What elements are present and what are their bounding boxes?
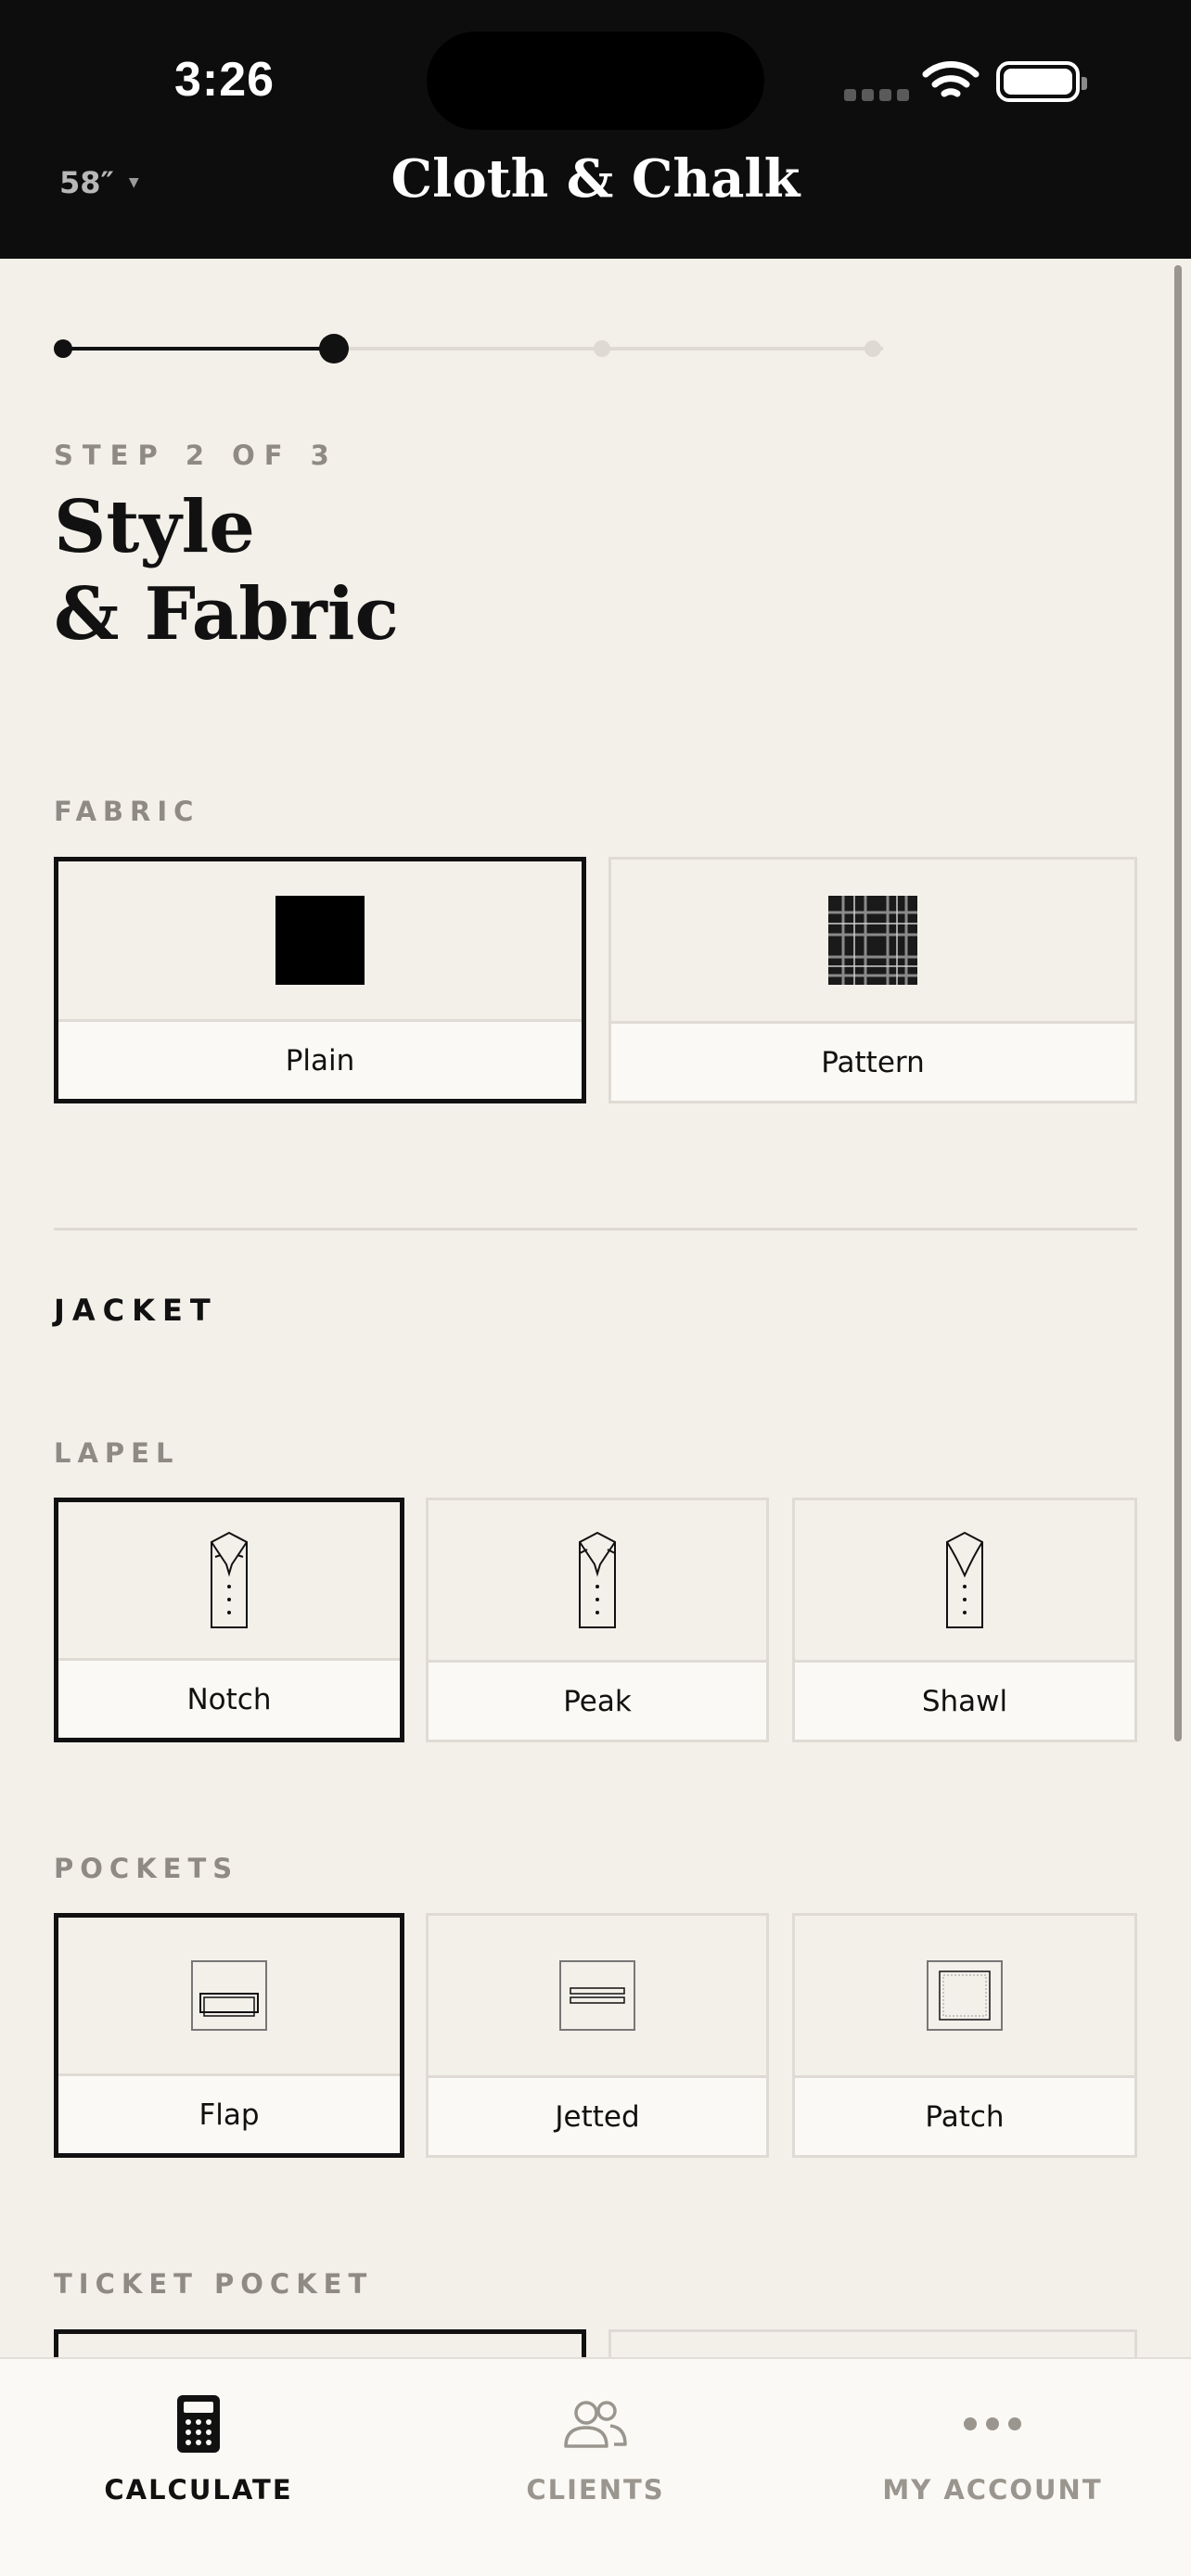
lapel-option-label: Peak xyxy=(429,1660,766,1740)
jetted-pocket-icon xyxy=(559,1960,635,2031)
scroll-indicator[interactable] xyxy=(1174,265,1182,1741)
lapel-option-shawl[interactable]: Shawl xyxy=(792,1498,1137,1742)
progress-stepper xyxy=(54,330,889,367)
tab-clients[interactable]: CLIENTS xyxy=(447,2387,744,2506)
pocket-option-patch[interactable]: Patch xyxy=(792,1913,1137,2158)
ticket-pocket-section-label: TICKET POCKET xyxy=(54,2268,374,2300)
shawl-lapel-icon xyxy=(946,1531,983,1628)
lapel-section-label: LAPEL xyxy=(54,1437,180,1469)
page-title-line-2: & Fabric xyxy=(54,572,399,657)
progress-line-remaining xyxy=(341,347,883,351)
step-indicator: STEP 2 OF 3 xyxy=(54,440,339,471)
more-icon xyxy=(964,2417,1021,2430)
fabric-option-label: Plain xyxy=(58,1019,582,1099)
brand-title: Cloth & Chalk xyxy=(391,148,800,210)
fabric-section-label: FABRIC xyxy=(54,796,200,827)
section-divider xyxy=(54,1228,1137,1231)
pocket-option-label: Flap xyxy=(58,2073,400,2153)
lapel-option-label: Notch xyxy=(58,1658,400,1738)
pocket-option-label: Patch xyxy=(795,2075,1134,2155)
lapel-option-notch[interactable]: Notch xyxy=(54,1498,404,1742)
clients-icon xyxy=(564,2401,627,2448)
patch-pocket-icon xyxy=(927,1960,1003,2031)
fabric-option-label: Pattern xyxy=(611,1021,1134,1101)
pocket-option-label: Jetted xyxy=(429,2075,766,2155)
tab-calculate[interactable]: CALCULATE xyxy=(50,2387,347,2506)
plain-swatch-icon xyxy=(275,896,365,985)
progress-line-complete xyxy=(63,347,341,351)
app-header: 3:26 58″ ▼ Cloth & Chalk xyxy=(0,0,1191,259)
lapel-option-peak[interactable]: Peak xyxy=(426,1498,769,1742)
status-time: 3:26 xyxy=(174,53,275,107)
step-dot-1 xyxy=(54,339,72,358)
peak-lapel-icon xyxy=(579,1531,616,1628)
page-title-line-1: Style xyxy=(54,485,255,569)
notch-lapel-icon xyxy=(211,1531,248,1628)
fabric-option-pattern[interactable]: Pattern xyxy=(608,857,1137,1103)
bottom-tab-bar: CALCULATE CLIENTS MY ACCOUNT xyxy=(0,2357,1191,2576)
tab-label: MY ACCOUNT xyxy=(882,2474,1103,2506)
pocket-option-flap[interactable]: Flap xyxy=(54,1913,404,2158)
fabric-option-plain[interactable]: Plain xyxy=(54,857,586,1103)
dynamic-island xyxy=(427,32,764,130)
pockets-section-label: POCKETS xyxy=(54,1853,239,1884)
step-dot-4 xyxy=(864,340,881,357)
step-dot-2-current xyxy=(319,334,349,363)
tab-label: CALCULATE xyxy=(104,2474,293,2506)
plaid-swatch-icon xyxy=(828,896,917,985)
tab-my-account[interactable]: MY ACCOUNT xyxy=(844,2387,1141,2506)
flap-pocket-icon xyxy=(191,1960,267,2031)
jacket-group-label: JACKET xyxy=(54,1293,218,1328)
tab-label: CLIENTS xyxy=(526,2474,665,2506)
calculator-icon xyxy=(177,2395,220,2453)
page-title: Style & Fabric xyxy=(54,484,399,658)
step-dot-3 xyxy=(594,340,610,357)
lapel-option-label: Shawl xyxy=(795,1660,1134,1740)
wifi-icon xyxy=(922,61,980,97)
battery-icon xyxy=(996,61,1087,102)
pocket-option-jetted[interactable]: Jetted xyxy=(426,1913,769,2158)
cellular-signal-icon xyxy=(844,89,909,101)
